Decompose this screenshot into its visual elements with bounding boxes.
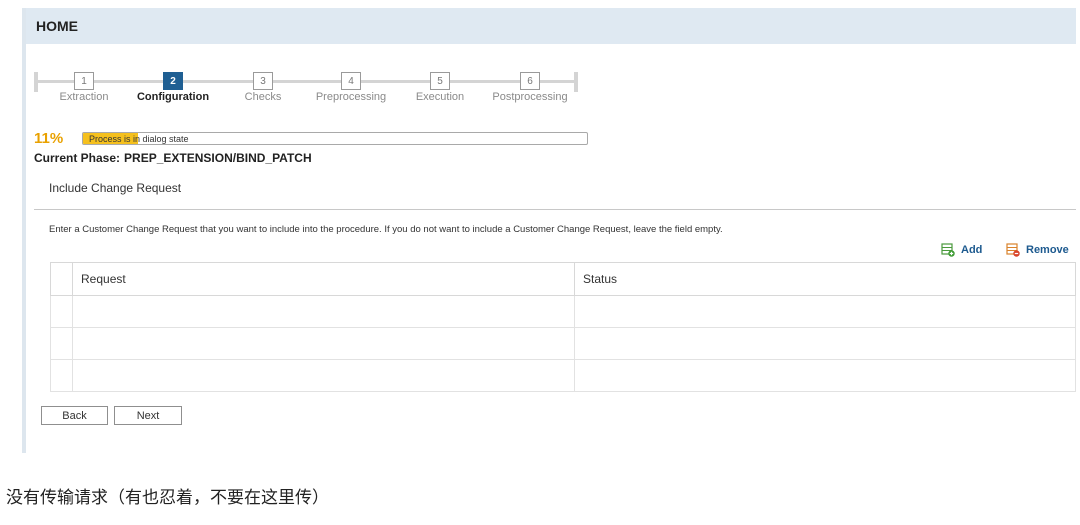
back-button[interactable]: Back [41, 406, 108, 425]
request-cell[interactable] [72, 295, 575, 328]
remove-row-icon [1006, 243, 1020, 257]
step-1-label[interactable]: Extraction [60, 91, 109, 103]
add-button[interactable]: Add [941, 242, 982, 258]
table-row[interactable] [50, 359, 1076, 392]
request-table: Request Status [50, 262, 1076, 392]
status-cell [574, 295, 1076, 328]
step-6-label[interactable]: Postprocessing [492, 91, 567, 103]
progress-bar: Process is in dialog state [82, 132, 588, 145]
step-5-box[interactable]: 5 [430, 72, 450, 90]
instruction-text: Enter a Customer Change Request that you… [49, 224, 723, 235]
caption-note: 没有传输请求（有也忍着，不要在这里传） [6, 488, 329, 508]
request-cell[interactable] [72, 327, 575, 360]
step-roadmap: 1 Extraction 2 Configuration 3 Checks 4 … [34, 72, 582, 112]
request-cell[interactable] [72, 359, 575, 392]
remove-button-label: Remove [1026, 244, 1069, 256]
step-2-box[interactable]: 2 [163, 72, 183, 90]
table-header-row: Request Status [50, 262, 1076, 296]
current-phase-value: PREP_EXTENSION/BIND_PATCH [124, 151, 312, 165]
current-phase: Current Phase: PREP_EXTENSION/BIND_PATCH [34, 151, 312, 165]
row-selector[interactable] [50, 295, 73, 328]
table-row[interactable] [50, 327, 1076, 360]
remove-button[interactable]: Remove [1006, 242, 1069, 258]
status-cell [574, 359, 1076, 392]
section-title: Include Change Request [49, 181, 182, 195]
select-all-cell[interactable] [50, 262, 73, 296]
current-phase-label: Current Phase: [34, 151, 121, 165]
step-4-label[interactable]: Preprocessing [316, 91, 386, 103]
table-row[interactable] [50, 295, 1076, 328]
add-button-label: Add [961, 244, 983, 256]
step-1-box[interactable]: 1 [74, 72, 94, 90]
step-3-label[interactable]: Checks [245, 91, 282, 103]
next-button[interactable]: Next [114, 406, 182, 425]
column-header-request[interactable]: Request [72, 262, 575, 296]
step-5-label[interactable]: Execution [416, 91, 464, 103]
row-selector[interactable] [50, 327, 73, 360]
progress-status-text: Process is in dialog state [89, 134, 189, 144]
status-cell [574, 327, 1076, 360]
roadmap-end-cap [574, 72, 578, 92]
step-3-box[interactable]: 3 [253, 72, 273, 90]
home-title[interactable]: HOME [36, 18, 78, 34]
progress-percent: 11% [34, 130, 64, 147]
column-header-status[interactable]: Status [574, 262, 1076, 296]
step-2-label[interactable]: Configuration [137, 91, 209, 103]
section-divider [34, 209, 1076, 210]
row-selector[interactable] [50, 359, 73, 392]
header-bar: HOME [26, 8, 1076, 44]
roadmap-rail [38, 80, 574, 83]
add-row-icon [941, 243, 955, 257]
wizard-panel: HOME 1 Extraction 2 Configuration 3 Chec… [22, 8, 1076, 453]
step-6-box[interactable]: 6 [520, 72, 540, 90]
step-4-box[interactable]: 4 [341, 72, 361, 90]
